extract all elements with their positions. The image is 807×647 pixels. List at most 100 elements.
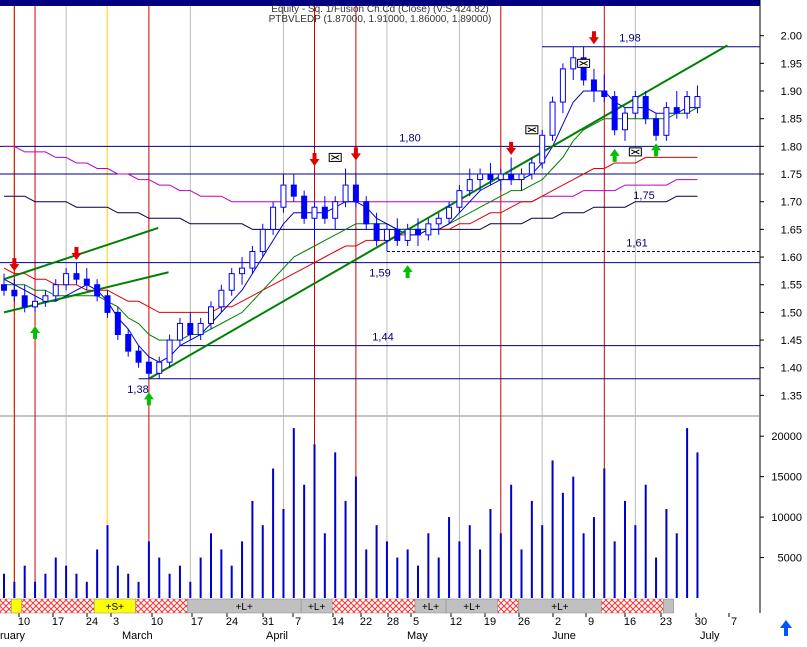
candle-body <box>383 228 390 241</box>
candle-body <box>32 300 39 308</box>
volume-bar <box>106 525 109 598</box>
volume-bar <box>582 533 585 598</box>
candle-body <box>104 295 111 313</box>
candle-body <box>373 223 380 241</box>
date-tick-label: 30 <box>695 616 707 628</box>
volume-tick-label: 20000 <box>771 431 802 443</box>
candle-body <box>632 96 639 114</box>
candle-body <box>425 223 432 236</box>
price-tick-label: 1.80 <box>781 141 802 153</box>
date-tick-label: 31 <box>262 616 274 628</box>
candle-body <box>63 273 70 286</box>
signal-bar-segment <box>331 598 416 614</box>
date-tick-label: 22 <box>360 616 372 628</box>
date-tick-label: 7 <box>731 616 737 628</box>
candle-body <box>466 179 473 192</box>
candle-body <box>52 284 59 297</box>
volume-bar <box>686 428 689 598</box>
signal-bar-label: +L+ <box>236 602 253 613</box>
candle-body <box>21 295 28 308</box>
candle-body <box>570 57 577 70</box>
volume-bar <box>199 557 202 598</box>
volume-bar <box>147 541 150 598</box>
volume-bar <box>241 541 244 598</box>
price-tick-label: 1.75 <box>781 169 802 181</box>
scroll-up-arrow-icon[interactable] <box>776 618 796 638</box>
volume-bar <box>220 549 223 598</box>
signal-bar-segment <box>497 598 519 614</box>
price-tick-label: 1.45 <box>781 335 802 347</box>
volume-bar <box>530 500 533 598</box>
date-tick-label: 9 <box>588 616 594 628</box>
date-tick-label: 2 <box>555 616 561 628</box>
price-tick-label: 1.70 <box>781 197 802 209</box>
candle-body <box>415 228 421 236</box>
volume-bar <box>127 573 130 598</box>
volume-bar <box>272 468 275 598</box>
candle-body <box>611 96 618 131</box>
signal-bar-segment <box>21 598 95 614</box>
candle-body <box>497 173 504 181</box>
volume-bar <box>168 573 171 598</box>
price-tick-label: 1.65 <box>781 224 802 236</box>
volume-bar <box>313 444 316 598</box>
candle-body <box>311 206 318 219</box>
volume-bar <box>230 565 233 598</box>
candle-body <box>549 101 556 136</box>
candle-body <box>208 306 214 324</box>
candle-body <box>528 162 535 175</box>
chart-canvas: 1,98 1,80 1,61 1,59 1,44 1,75 1,38 2.00 1.95 1.9… <box>0 0 807 642</box>
volume-bar <box>96 549 99 598</box>
volume-bar <box>44 573 47 598</box>
signal-bar-segment <box>135 598 188 614</box>
month-label: March <box>122 630 153 642</box>
level-label: 1,44 <box>372 332 393 344</box>
price-tick-label: 1.40 <box>781 363 802 375</box>
volume-bar <box>675 533 678 598</box>
volume-bar <box>210 533 212 598</box>
date-tick-label: 19 <box>484 616 496 628</box>
candle-body <box>590 79 597 92</box>
date-tick-label: 10 <box>18 616 30 628</box>
volume-bar <box>54 557 57 598</box>
signal-bar-label: +L+ <box>463 602 480 613</box>
volume-bar <box>116 565 119 598</box>
volume-bar <box>510 484 513 598</box>
volume-bar <box>365 549 368 598</box>
volume-bar <box>292 428 295 598</box>
volume-bar <box>448 517 451 598</box>
candle-body <box>508 173 515 181</box>
candle-body <box>42 295 49 302</box>
level-label: 1,98 <box>619 33 640 45</box>
volume-bar <box>344 500 347 598</box>
signal-bar-label: +S+ <box>106 602 125 613</box>
volume-bar <box>178 565 181 598</box>
volume-tick-label: 10000 <box>771 512 802 524</box>
price-tick-label: 1.90 <box>781 86 802 98</box>
volume-bar <box>3 573 5 598</box>
volume-bar <box>137 581 140 598</box>
volume-bar <box>323 533 326 598</box>
date-tick-label: 5 <box>413 616 419 628</box>
candle-body <box>446 206 453 219</box>
signal-bar-label: +L+ <box>551 602 568 613</box>
signal-bar-segment <box>11 598 22 614</box>
volume-bar <box>261 525 264 598</box>
chart-title-line-2: PTBVLEDP (1.87000, 1.91000, 1.86000, 1.8… <box>269 14 492 25</box>
date-tick-label: 3 <box>113 616 119 628</box>
date-tick-label: 26 <box>518 616 530 628</box>
price-tick-label: 1.55 <box>781 280 802 292</box>
month-label: ruary <box>0 630 26 642</box>
volume-bar <box>303 484 306 598</box>
candle-body <box>73 273 80 280</box>
price-tick-label: 1.60 <box>781 252 802 264</box>
volume-bar <box>13 581 16 598</box>
signal-bar-segment <box>663 598 675 614</box>
candle-body <box>197 322 204 336</box>
candle-body <box>394 228 401 241</box>
volume-bar <box>489 509 492 598</box>
month-label: June <box>552 630 576 642</box>
level-label: 1,61 <box>626 238 647 250</box>
volume-bar <box>468 525 471 598</box>
volume-bar <box>158 557 161 598</box>
